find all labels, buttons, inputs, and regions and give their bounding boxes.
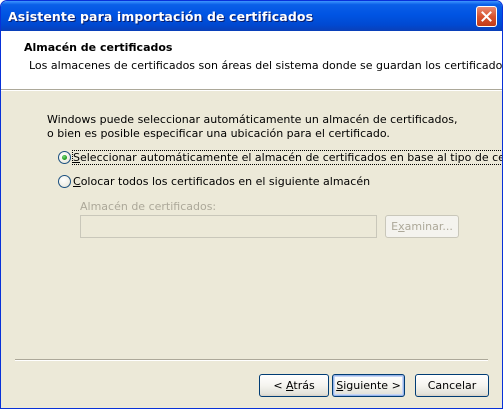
wizard-header: Almacén de certificados Los almacenes de… xyxy=(1,31,502,89)
close-button[interactable] xyxy=(476,6,497,27)
radio-auto-select[interactable] xyxy=(58,151,71,164)
store-field-label: Almacén de certificados: xyxy=(80,200,217,213)
browse-button: Examinar... xyxy=(385,215,459,238)
wizard-window: Asistente para importación de certificad… xyxy=(0,0,503,409)
cancel-button[interactable]: Cancelar xyxy=(415,374,489,397)
next-button[interactable]: Siguiente > xyxy=(332,374,405,397)
close-icon xyxy=(481,11,492,22)
back-button[interactable]: < Atrás xyxy=(259,374,329,397)
option-place-in-store-label[interactable]: Colocar todos los certificados en el sig… xyxy=(73,175,370,188)
radio-selected-dot xyxy=(62,155,67,160)
header-divider xyxy=(1,89,502,91)
store-field xyxy=(80,215,377,238)
intro-text: Windows puede seleccionar automáticament… xyxy=(47,113,458,140)
page-title: Almacén de certificados xyxy=(24,41,173,54)
footer-divider xyxy=(15,359,488,361)
window-title: Asistente para importación de certificad… xyxy=(8,9,314,24)
radio-place-in-store[interactable] xyxy=(58,175,71,188)
title-bar[interactable]: Asistente para importación de certificad… xyxy=(1,1,502,31)
option-auto-select-label[interactable]: Seleccionar automáticamente el almacén d… xyxy=(71,150,502,165)
page-description: Los almacenes de certificados son áreas … xyxy=(29,59,503,72)
